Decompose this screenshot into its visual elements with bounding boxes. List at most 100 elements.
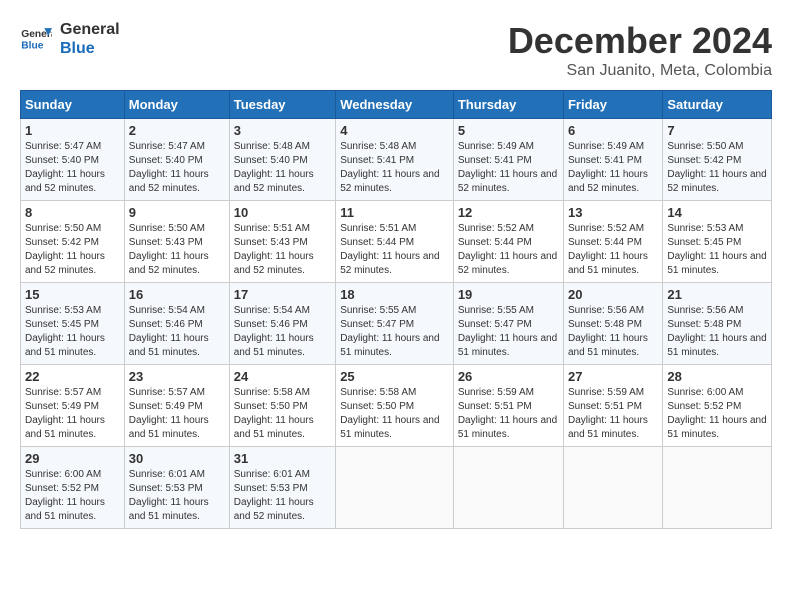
day-info: Sunrise: 5:55 AMSunset: 5:47 PMDaylight:… — [340, 305, 439, 358]
day-info: Sunrise: 5:47 AMSunset: 5:40 PMDaylight:… — [25, 141, 105, 194]
calendar-week-5: 29 Sunrise: 6:00 AMSunset: 5:52 PMDaylig… — [21, 447, 772, 529]
calendar-cell: 12 Sunrise: 5:52 AMSunset: 5:44 PMDaylig… — [453, 201, 563, 283]
day-info: Sunrise: 5:59 AMSunset: 5:51 PMDaylight:… — [568, 387, 648, 440]
day-info: Sunrise: 5:57 AMSunset: 5:49 PMDaylight:… — [25, 387, 105, 440]
day-info: Sunrise: 5:53 AMSunset: 5:45 PMDaylight:… — [667, 223, 766, 276]
day-number: 14 — [667, 205, 767, 220]
calendar-cell: 16 Sunrise: 5:54 AMSunset: 5:46 PMDaylig… — [124, 283, 229, 365]
calendar-cell: 31 Sunrise: 6:01 AMSunset: 5:53 PMDaylig… — [229, 447, 335, 529]
day-number: 31 — [234, 451, 331, 466]
title-area: December 2024 San Juanito, Meta, Colombi… — [508, 20, 772, 80]
calendar-cell: 14 Sunrise: 5:53 AMSunset: 5:45 PMDaylig… — [663, 201, 772, 283]
calendar-cell: 15 Sunrise: 5:53 AMSunset: 5:45 PMDaylig… — [21, 283, 125, 365]
calendar-cell — [663, 447, 772, 529]
day-number: 19 — [458, 287, 559, 302]
day-number: 26 — [458, 369, 559, 384]
day-info: Sunrise: 5:56 AMSunset: 5:48 PMDaylight:… — [568, 305, 648, 358]
calendar-week-2: 8 Sunrise: 5:50 AMSunset: 5:42 PMDayligh… — [21, 201, 772, 283]
calendar-cell: 11 Sunrise: 5:51 AMSunset: 5:44 PMDaylig… — [336, 201, 454, 283]
day-info: Sunrise: 5:58 AMSunset: 5:50 PMDaylight:… — [234, 387, 314, 440]
calendar-cell: 8 Sunrise: 5:50 AMSunset: 5:42 PMDayligh… — [21, 201, 125, 283]
day-number: 22 — [25, 369, 120, 384]
day-number: 1 — [25, 123, 120, 138]
day-info: Sunrise: 5:52 AMSunset: 5:44 PMDaylight:… — [458, 223, 557, 276]
day-number: 30 — [129, 451, 225, 466]
day-info: Sunrise: 5:48 AMSunset: 5:40 PMDaylight:… — [234, 141, 314, 194]
calendar-cell: 25 Sunrise: 5:58 AMSunset: 5:50 PMDaylig… — [336, 365, 454, 447]
header-row: Sunday Monday Tuesday Wednesday Thursday… — [21, 91, 772, 119]
calendar-cell — [453, 447, 563, 529]
location-title: San Juanito, Meta, Colombia — [508, 62, 772, 80]
day-number: 11 — [340, 205, 449, 220]
calendar-cell: 5 Sunrise: 5:49 AMSunset: 5:41 PMDayligh… — [453, 119, 563, 201]
header-saturday: Saturday — [663, 91, 772, 119]
calendar-cell: 7 Sunrise: 5:50 AMSunset: 5:42 PMDayligh… — [663, 119, 772, 201]
calendar-cell: 19 Sunrise: 5:55 AMSunset: 5:47 PMDaylig… — [453, 283, 563, 365]
calendar-cell: 24 Sunrise: 5:58 AMSunset: 5:50 PMDaylig… — [229, 365, 335, 447]
day-info: Sunrise: 5:54 AMSunset: 5:46 PMDaylight:… — [129, 305, 209, 358]
calendar-cell: 23 Sunrise: 5:57 AMSunset: 5:49 PMDaylig… — [124, 365, 229, 447]
day-info: Sunrise: 5:56 AMSunset: 5:48 PMDaylight:… — [667, 305, 766, 358]
day-number: 10 — [234, 205, 331, 220]
day-info: Sunrise: 5:59 AMSunset: 5:51 PMDaylight:… — [458, 387, 557, 440]
day-info: Sunrise: 5:58 AMSunset: 5:50 PMDaylight:… — [340, 387, 439, 440]
calendar-cell — [336, 447, 454, 529]
day-number: 2 — [129, 123, 225, 138]
day-number: 9 — [129, 205, 225, 220]
day-number: 3 — [234, 123, 331, 138]
day-number: 15 — [25, 287, 120, 302]
day-info: Sunrise: 5:50 AMSunset: 5:42 PMDaylight:… — [667, 141, 766, 194]
day-info: Sunrise: 5:47 AMSunset: 5:40 PMDaylight:… — [129, 141, 209, 194]
day-info: Sunrise: 5:50 AMSunset: 5:43 PMDaylight:… — [129, 223, 209, 276]
day-number: 20 — [568, 287, 658, 302]
calendar-cell: 3 Sunrise: 5:48 AMSunset: 5:40 PMDayligh… — [229, 119, 335, 201]
day-info: Sunrise: 5:53 AMSunset: 5:45 PMDaylight:… — [25, 305, 105, 358]
logo-blue: Blue — [60, 39, 120, 58]
header-friday: Friday — [563, 91, 662, 119]
day-info: Sunrise: 6:01 AMSunset: 5:53 PMDaylight:… — [129, 469, 209, 522]
day-number: 28 — [667, 369, 767, 384]
day-number: 29 — [25, 451, 120, 466]
day-info: Sunrise: 5:48 AMSunset: 5:41 PMDaylight:… — [340, 141, 439, 194]
calendar-cell: 9 Sunrise: 5:50 AMSunset: 5:43 PMDayligh… — [124, 201, 229, 283]
logo-general: General — [60, 20, 120, 39]
calendar-cell: 27 Sunrise: 5:59 AMSunset: 5:51 PMDaylig… — [563, 365, 662, 447]
day-number: 21 — [667, 287, 767, 302]
day-info: Sunrise: 5:57 AMSunset: 5:49 PMDaylight:… — [129, 387, 209, 440]
header-wednesday: Wednesday — [336, 91, 454, 119]
page-header: General Blue General Blue December 2024 … — [20, 20, 772, 80]
logo-icon: General Blue — [20, 23, 52, 55]
calendar-cell: 22 Sunrise: 5:57 AMSunset: 5:49 PMDaylig… — [21, 365, 125, 447]
day-info: Sunrise: 5:52 AMSunset: 5:44 PMDaylight:… — [568, 223, 648, 276]
day-number: 24 — [234, 369, 331, 384]
calendar-cell: 21 Sunrise: 5:56 AMSunset: 5:48 PMDaylig… — [663, 283, 772, 365]
day-info: Sunrise: 6:00 AMSunset: 5:52 PMDaylight:… — [25, 469, 105, 522]
day-number: 7 — [667, 123, 767, 138]
header-sunday: Sunday — [21, 91, 125, 119]
day-number: 17 — [234, 287, 331, 302]
day-info: Sunrise: 6:01 AMSunset: 5:53 PMDaylight:… — [234, 469, 314, 522]
calendar-cell — [563, 447, 662, 529]
day-info: Sunrise: 5:49 AMSunset: 5:41 PMDaylight:… — [568, 141, 648, 194]
day-number: 13 — [568, 205, 658, 220]
calendar-cell: 18 Sunrise: 5:55 AMSunset: 5:47 PMDaylig… — [336, 283, 454, 365]
header-thursday: Thursday — [453, 91, 563, 119]
svg-text:Blue: Blue — [21, 41, 43, 52]
calendar-week-3: 15 Sunrise: 5:53 AMSunset: 5:45 PMDaylig… — [21, 283, 772, 365]
calendar-cell: 4 Sunrise: 5:48 AMSunset: 5:41 PMDayligh… — [336, 119, 454, 201]
day-number: 23 — [129, 369, 225, 384]
logo: General Blue General Blue — [20, 20, 120, 58]
calendar-cell: 17 Sunrise: 5:54 AMSunset: 5:46 PMDaylig… — [229, 283, 335, 365]
calendar-cell: 10 Sunrise: 5:51 AMSunset: 5:43 PMDaylig… — [229, 201, 335, 283]
day-info: Sunrise: 5:55 AMSunset: 5:47 PMDaylight:… — [458, 305, 557, 358]
header-tuesday: Tuesday — [229, 91, 335, 119]
calendar-cell: 1 Sunrise: 5:47 AMSunset: 5:40 PMDayligh… — [21, 119, 125, 201]
calendar-cell: 2 Sunrise: 5:47 AMSunset: 5:40 PMDayligh… — [124, 119, 229, 201]
calendar-cell: 29 Sunrise: 6:00 AMSunset: 5:52 PMDaylig… — [21, 447, 125, 529]
calendar-cell: 6 Sunrise: 5:49 AMSunset: 5:41 PMDayligh… — [563, 119, 662, 201]
calendar-week-4: 22 Sunrise: 5:57 AMSunset: 5:49 PMDaylig… — [21, 365, 772, 447]
day-number: 25 — [340, 369, 449, 384]
day-info: Sunrise: 5:54 AMSunset: 5:46 PMDaylight:… — [234, 305, 314, 358]
day-number: 27 — [568, 369, 658, 384]
header-monday: Monday — [124, 91, 229, 119]
